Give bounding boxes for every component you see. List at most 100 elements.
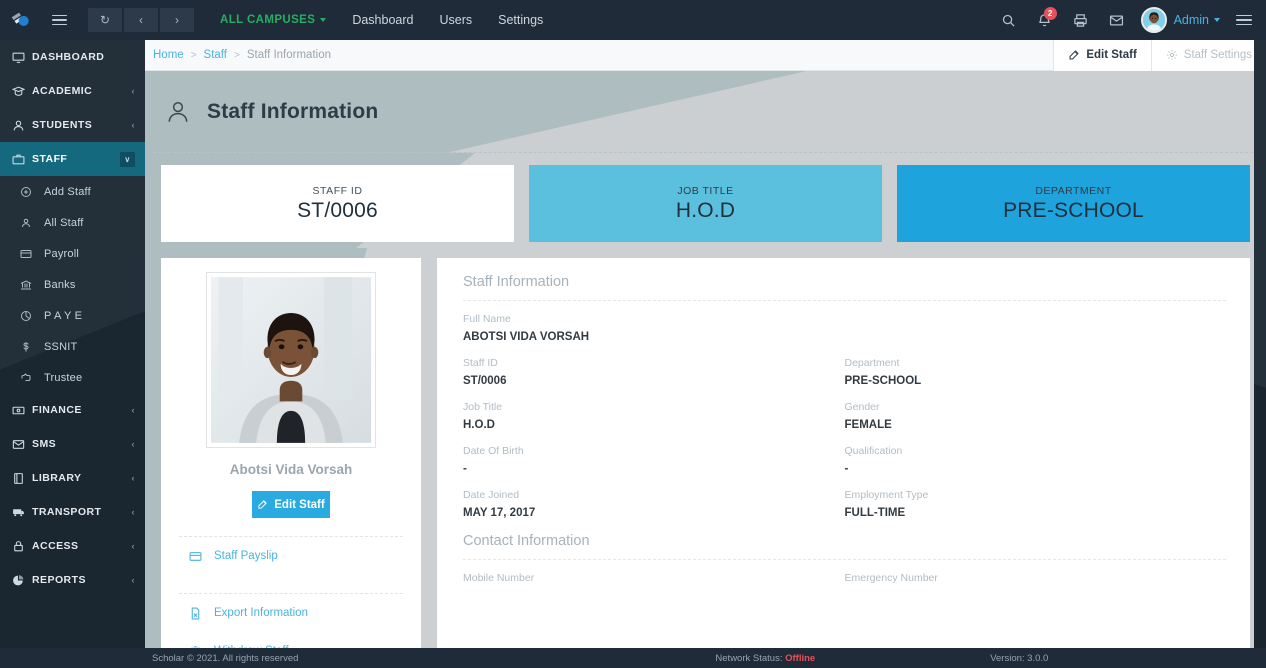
- card-value: ST/0006: [297, 198, 378, 222]
- card-icon: [20, 248, 44, 260]
- pie-chart-icon: [20, 310, 44, 322]
- refresh-button[interactable]: ↻: [88, 8, 122, 32]
- breadcrumb-separator: >: [190, 49, 197, 61]
- user-menu-label: Admin: [1173, 13, 1209, 27]
- sidebar-item-reports[interactable]: REPORTS ‹: [0, 563, 145, 597]
- content-panels: Abotsi Vida Vorsah Edit Staff Staff Pays…: [145, 248, 1266, 668]
- footer-version: Version: 3.0.0: [990, 652, 1049, 664]
- chevron-down-icon[interactable]: ∨: [120, 151, 135, 167]
- sidebar-item-paye[interactable]: P A Y E: [0, 300, 145, 331]
- sidebar-item-label: FINANCE: [32, 404, 82, 416]
- staff-settings-button[interactable]: Staff Settings: [1150, 40, 1266, 71]
- search-button[interactable]: [991, 0, 1027, 40]
- envelope-icon: [12, 438, 32, 451]
- nav-link-users[interactable]: Users: [439, 13, 472, 27]
- pencil-square-icon: [1069, 50, 1080, 60]
- back-button[interactable]: ‹: [124, 8, 158, 32]
- user-outline-icon: [165, 99, 191, 125]
- staff-profile-card: Abotsi Vida Vorsah Edit Staff Staff Pays…: [161, 258, 421, 668]
- sidebar-item-finance[interactable]: FINANCE ‹: [0, 393, 145, 427]
- field-label: Employment Type: [844, 489, 929, 501]
- book-icon: [12, 472, 32, 485]
- sidebar-item-students[interactable]: STUDENTS ‹: [0, 108, 145, 142]
- notifications-button[interactable]: 2: [1027, 0, 1063, 40]
- field-value: FEMALE: [844, 419, 892, 431]
- footer-network-label: Network Status:: [715, 652, 783, 664]
- application-window: ↻ ‹ › ALL CAMPUSES Dashboard Users Setti…: [0, 0, 1266, 668]
- messages-button[interactable]: [1099, 0, 1135, 40]
- print-button[interactable]: [1063, 0, 1099, 40]
- staff-payslip-link[interactable]: Staff Payslip: [179, 537, 403, 575]
- sidebar-item-label: STUDENTS: [32, 119, 93, 131]
- sidebar-item-label: ACCESS: [32, 540, 79, 552]
- export-information-link[interactable]: Export Information: [179, 594, 403, 632]
- field-emergency-number: Emergency Number: [845, 572, 1227, 590]
- sidebar-item-access[interactable]: ACCESS ‹: [0, 529, 145, 563]
- field-qualification: Qualification -: [845, 445, 1227, 475]
- app-logo[interactable]: [0, 9, 40, 31]
- user-menu[interactable]: Admin: [1174, 13, 1220, 27]
- field-date-joined: Date Joined MAY 17, 2017: [463, 489, 845, 519]
- chevron-left-icon: ‹: [131, 120, 135, 130]
- lock-icon: [12, 540, 32, 553]
- field-value: ST/0006: [463, 375, 507, 387]
- forward-button[interactable]: ›: [160, 8, 194, 32]
- avatar[interactable]: [1140, 7, 1167, 33]
- pie-chart-icon: [12, 574, 32, 587]
- file-export-icon: [191, 607, 200, 619]
- field-date-of-birth: Date Of Birth -: [463, 445, 845, 475]
- breadcrumb-separator: >: [233, 49, 240, 61]
- sidebar-item-payroll[interactable]: Payroll: [0, 238, 145, 269]
- sidebar-item-staff[interactable]: STAFF ∨: [0, 142, 145, 176]
- campus-selector[interactable]: ALL CAMPUSES: [220, 14, 327, 26]
- field-department: Department PRE-SCHOOL: [845, 357, 1227, 387]
- sidebar-item-label: REPORTS: [32, 574, 86, 586]
- breadcrumb-staff[interactable]: Staff: [204, 49, 227, 61]
- sidebar-item-label: LIBRARY: [32, 472, 82, 484]
- users-icon: [20, 217, 44, 229]
- field-label: Date Joined: [463, 489, 520, 501]
- sidebar-item-dashboard[interactable]: DASHBOARD: [0, 40, 145, 74]
- sidebar-item-trustee[interactable]: Trustee: [0, 362, 145, 393]
- search-icon: [1002, 14, 1015, 27]
- graduation-cap-icon: [12, 85, 32, 98]
- handshake-icon: [20, 372, 44, 384]
- field-value: PRE-SCHOOL: [844, 375, 922, 387]
- field-employment-type: Employment Type FULL-TIME: [845, 489, 1227, 519]
- chevron-left-icon: ‹: [131, 575, 135, 585]
- card-value: H.O.D: [675, 198, 736, 222]
- chevron-down-icon: [1214, 18, 1220, 22]
- sidebar-item-sms[interactable]: SMS ‹: [0, 427, 145, 461]
- sidebar-item-academic[interactable]: ACADEMIC ‹: [0, 74, 145, 108]
- sidebar-item-transport[interactable]: TRANSPORT ‹: [0, 495, 145, 529]
- sidebar-item-banks[interactable]: Banks: [0, 269, 145, 300]
- edit-staff-button[interactable]: Edit Staff: [1053, 40, 1151, 71]
- sidebar-item-all-staff[interactable]: All Staff: [0, 207, 145, 238]
- footer-bar: Scholar © 2021. All rights reserved Netw…: [0, 648, 1266, 668]
- right-panel-toggle-button[interactable]: [1228, 0, 1258, 40]
- sidebar-item-library[interactable]: LIBRARY ‹: [0, 461, 145, 495]
- sidebar-toggle-button[interactable]: [40, 0, 78, 40]
- summary-card-department: DEPARTMENT PRE-SCHOOL: [897, 165, 1250, 242]
- nav-link-settings[interactable]: Settings: [498, 13, 543, 27]
- plus-circle-icon: [20, 186, 44, 198]
- field-label: Full Name: [463, 313, 511, 325]
- field-value: H.O.D: [463, 419, 495, 431]
- bus-icon: [12, 506, 32, 519]
- summary-cards: STAFF ID ST/0006 JOB TITLE H.O.D DEPARTM…: [161, 165, 1250, 242]
- footer-copyright: Scholar © 2021. All rights reserved: [152, 652, 299, 664]
- profile-edit-staff-button[interactable]: Edit Staff: [252, 491, 330, 518]
- bank-icon: [20, 279, 44, 291]
- sidebar-item-label: ACADEMIC: [32, 85, 93, 97]
- right-edge-strip: [1254, 40, 1266, 668]
- sidebar-item-ssnit[interactable]: SSNIT: [0, 331, 145, 362]
- sidebar-item-add-staff[interactable]: Add Staff: [0, 176, 145, 207]
- breadcrumb-home[interactable]: Home: [153, 49, 184, 61]
- nav-link-dashboard[interactable]: Dashboard: [352, 13, 413, 27]
- user-icon: [12, 119, 32, 132]
- staff-payslip-label: Staff Payslip: [214, 550, 278, 562]
- field-label: Qualification: [844, 445, 903, 457]
- avatar-image: [1142, 9, 1165, 31]
- sidebar-sub-label: P A Y E: [44, 309, 83, 322]
- breadcrumb: Home > Staff > Staff Information: [153, 49, 331, 61]
